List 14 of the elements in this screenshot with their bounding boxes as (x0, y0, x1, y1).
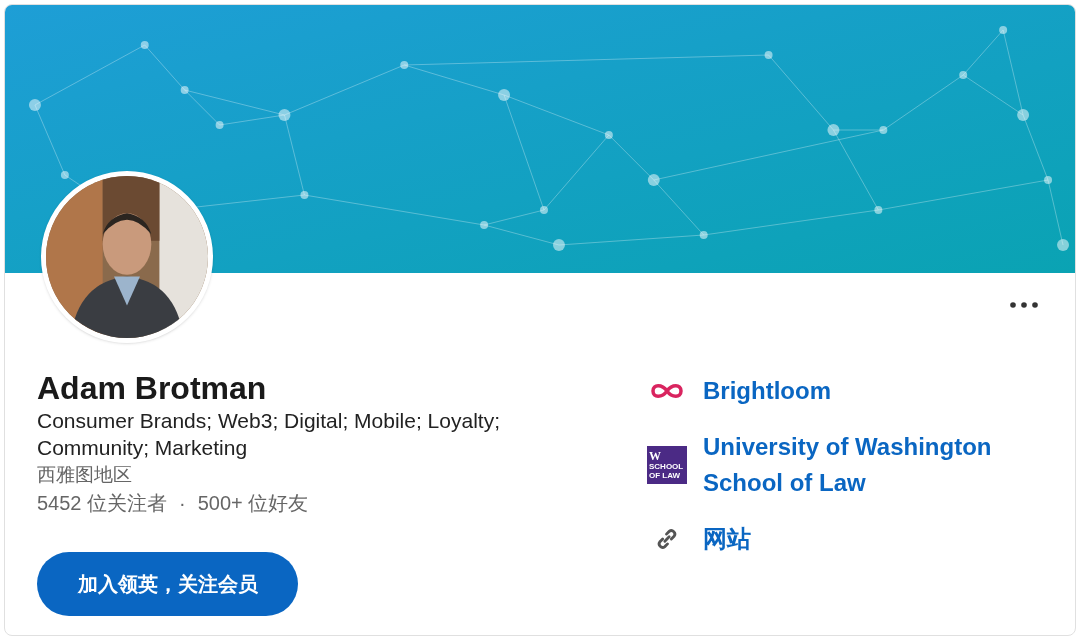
more-icon (1010, 302, 1038, 308)
profile-name: Adam Brotman (37, 369, 268, 407)
profile-link[interactable]: 网站 (703, 521, 1023, 557)
join-button[interactable]: 加入领英，关注会员 (37, 552, 298, 616)
separator-dot: · (179, 491, 186, 516)
location: 西雅图地区 (37, 463, 133, 487)
infinity-icon (650, 382, 684, 400)
logo-text: SCHOOL OF LAW (649, 462, 685, 480)
headline: Consumer Brands; Web3; Digital; Mobile; Loyalty; Community; Marketing (37, 408, 501, 461)
logo-letter: W (649, 450, 661, 462)
profile-link[interactable]: Brightloom (703, 373, 1023, 409)
profile-link[interactable]: University of Washington School of Law (703, 429, 1023, 501)
follower-count: 5452 位关注者 (37, 491, 168, 516)
connection-count: 500+ 位好友 (197, 491, 309, 516)
